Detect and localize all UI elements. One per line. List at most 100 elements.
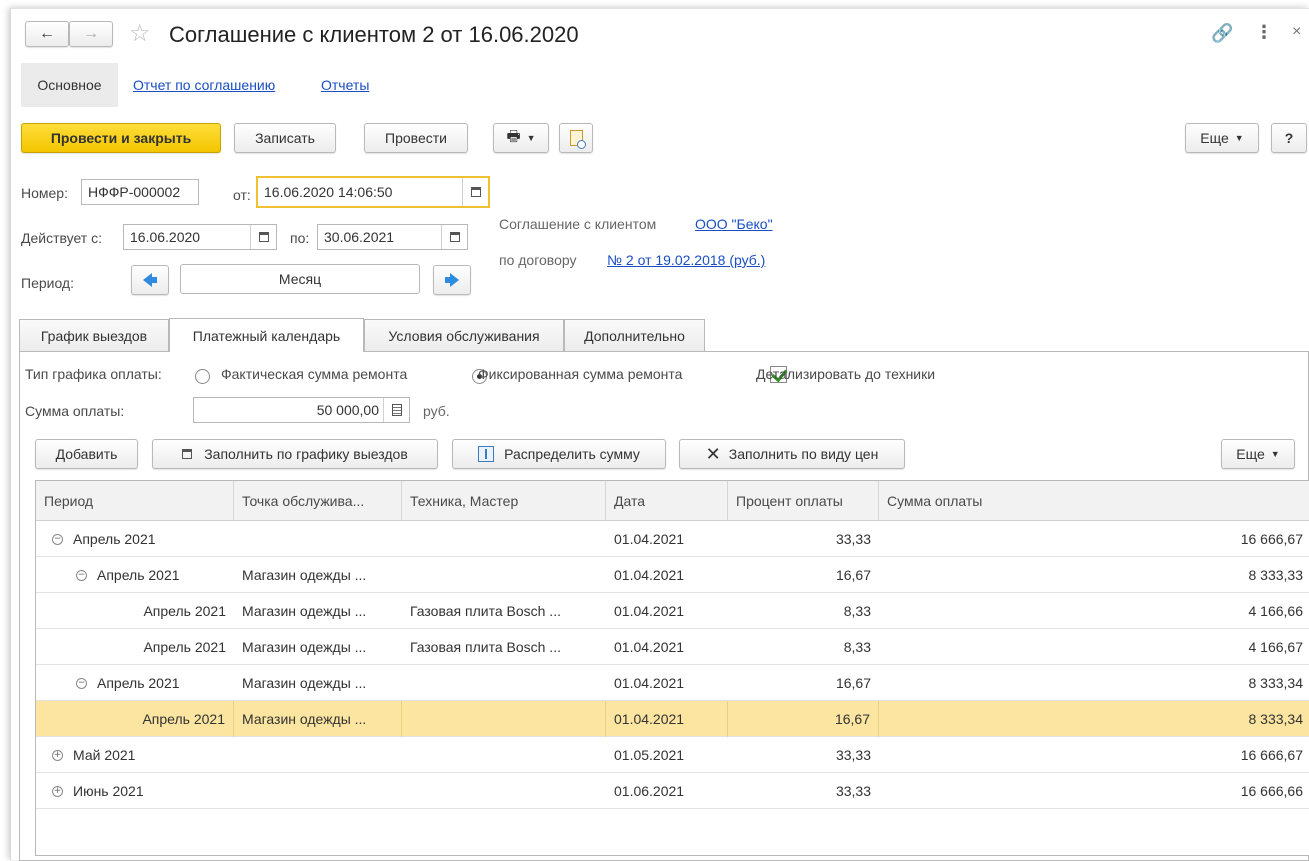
row-date: 01.06.2021 xyxy=(614,783,685,799)
expand-icon[interactable]: + xyxy=(52,749,63,761)
table-row[interactable]: + Июнь 2021 01.06.2021 33,33 16 666,66 xyxy=(36,773,1309,809)
valid-from-label: Действует с: xyxy=(21,230,102,246)
col-sum[interactable]: Сумма оплаты xyxy=(879,481,1309,521)
row-sum: 8 333,33 xyxy=(1248,567,1304,583)
col-percent[interactable]: Процент оплаты xyxy=(728,481,879,521)
nav-tab-reports[interactable]: Отчеты xyxy=(321,77,369,93)
payment-table: Период Точка обслужива... Техника, Масте… xyxy=(35,480,1309,856)
collapse-icon[interactable]: − xyxy=(52,533,63,545)
table-row[interactable]: − Апрель 2021 Магазин одежды ... 01.04.20… xyxy=(36,665,1309,701)
calendar-icon xyxy=(182,449,193,459)
radio-fixed-sum-label[interactable]: Фиксированная сумма ремонта xyxy=(478,366,682,382)
collapse-icon[interactable]: − xyxy=(76,677,87,689)
table-row[interactable]: Апрель 2021 Магазин одежды ... Газовая п… xyxy=(36,629,1309,665)
row-sum: 16 666,67 xyxy=(1240,747,1303,763)
collapse-icon[interactable]: − xyxy=(76,569,87,581)
calendar-icon xyxy=(449,232,460,242)
close-icon[interactable]: × xyxy=(1292,23,1301,41)
favorite-star-icon[interactable]: ☆ xyxy=(129,19,151,48)
row-period: Апрель 2021 xyxy=(73,531,156,547)
radio-actual-sum-label[interactable]: Фактическая сумма ремонта xyxy=(221,366,407,382)
number-field[interactable]: НФФР-000002 xyxy=(81,179,199,205)
nav-tab-main[interactable]: Основное xyxy=(21,63,118,107)
col-service-point[interactable]: Точка обслужива... xyxy=(234,481,402,521)
row-point: Магазин одежды ... xyxy=(242,639,367,655)
row-period: Апрель 2021 xyxy=(143,639,226,655)
col-equipment[interactable]: Техника, Мастер xyxy=(402,481,606,521)
sum-field[interactable]: 50 000,00 xyxy=(193,397,410,423)
period-field[interactable]: Месяц xyxy=(180,264,420,294)
date-from-label: от: xyxy=(233,187,251,203)
calendar-button[interactable] xyxy=(462,178,488,206)
add-button[interactable]: Добавить xyxy=(35,439,138,469)
fill-by-schedule-label: Заполнить по графику выездов xyxy=(204,446,408,462)
fill-by-price-label: Заполнить по виду цен xyxy=(728,446,879,462)
row-percent: 16,67 xyxy=(835,675,871,691)
radio-actual-sum[interactable] xyxy=(195,368,210,384)
table-row[interactable]: Апрель 2021 Магазин одежды ... Газовая п… xyxy=(36,593,1309,629)
print-button[interactable]: 🖶 ▼ xyxy=(493,123,549,153)
calendar-button[interactable] xyxy=(441,225,467,249)
row-sum: 8 333,34 xyxy=(1248,675,1304,691)
table-row[interactable]: − Апрель 2021 01.04.2021 33,33 16 666,67 xyxy=(36,521,1309,557)
row-date: 01.04.2021 xyxy=(614,531,685,547)
chevron-down-icon: ▼ xyxy=(526,133,536,143)
contract-link[interactable]: № 2 от 19.02.2018 (руб.) xyxy=(607,252,765,268)
col-period[interactable]: Период xyxy=(36,481,234,521)
link-icon[interactable]: 🔗 xyxy=(1211,23,1233,44)
arrow-left-icon: ← xyxy=(39,25,55,42)
nav-tab-agreement-report[interactable]: Отчет по соглашению xyxy=(133,77,275,93)
calendar-button[interactable] xyxy=(250,225,276,249)
agreement-label: Соглашение с клиентом xyxy=(499,216,657,232)
currency-label: руб. xyxy=(423,403,450,419)
distribute-icon xyxy=(478,446,495,462)
date-field[interactable]: 16.06.2020 14:06:50 xyxy=(256,176,490,208)
post-button[interactable]: Провести xyxy=(364,123,468,153)
tab-service-conditions[interactable]: Условия обслуживания xyxy=(364,319,564,351)
valid-from-field[interactable]: 16.06.2020 xyxy=(123,224,277,250)
row-percent: 16,67 xyxy=(835,567,871,583)
row-period: Май 2021 xyxy=(73,747,136,763)
window-title: Соглашение с клиентом 2 от 16.06.2020 xyxy=(169,22,579,47)
distribute-sum-button[interactable]: Распределить сумму xyxy=(452,439,666,469)
post-and-close-button[interactable]: Провести и закрыть xyxy=(21,123,221,153)
expand-icon[interactable]: + xyxy=(52,785,63,797)
fill-by-schedule-button[interactable]: Заполнить по графику выездов xyxy=(152,439,438,469)
more-menu-icon[interactable]: ⋮ xyxy=(1255,22,1273,43)
fill-by-price-button[interactable]: ✕ Заполнить по виду цен xyxy=(679,439,905,469)
forward-button[interactable]: → xyxy=(69,21,113,47)
detail-checkbox-label[interactable]: Детализировать до техники xyxy=(756,366,935,382)
more-button-label: Еще xyxy=(1200,130,1229,146)
table-more-button[interactable]: Еще ▼ xyxy=(1221,439,1295,469)
chevron-down-icon: ▼ xyxy=(1234,133,1244,143)
tab-visit-schedule[interactable]: График выездов xyxy=(19,319,169,351)
table-row[interactable]: − Апрель 2021 Магазин одежды ... 01.04.20… xyxy=(36,557,1309,593)
more-button[interactable]: Еще ▼ xyxy=(1185,123,1259,153)
save-button[interactable]: Записать xyxy=(234,123,336,153)
valid-to-field[interactable]: 30.06.2021 xyxy=(317,224,468,250)
report-button[interactable] xyxy=(559,123,593,153)
calculator-button[interactable] xyxy=(383,398,409,422)
calculator-icon xyxy=(391,404,402,416)
row-sum: 4 166,66 xyxy=(1248,603,1304,619)
table-row[interactable]: + Май 2021 01.05.2021 33,33 16 666,67 xyxy=(36,737,1309,773)
back-button[interactable]: ← xyxy=(25,21,69,47)
row-sum: 8 333,34 xyxy=(1248,711,1304,727)
table-row-selected[interactable]: Апрель 2021 Магазин одежды ... 01.04.202… xyxy=(36,701,1309,737)
row-percent: 33,33 xyxy=(835,747,871,763)
period-next-button[interactable] xyxy=(433,265,471,295)
number-label: Номер: xyxy=(21,185,68,201)
row-date: 01.04.2021 xyxy=(614,567,685,583)
valid-to-value: 30.06.2021 xyxy=(324,229,395,245)
contract-label: по договору xyxy=(499,252,577,268)
tab-payment-calendar[interactable]: Платежный календарь xyxy=(169,318,364,352)
help-button[interactable]: ? xyxy=(1271,123,1307,153)
tab-additional[interactable]: Дополнительно xyxy=(564,319,705,351)
period-label: Период: xyxy=(21,275,74,291)
col-date[interactable]: Дата xyxy=(606,481,728,521)
chevron-down-icon: ▼ xyxy=(1270,449,1280,459)
row-equipment xyxy=(402,701,606,737)
arrow-left-icon xyxy=(143,273,152,287)
period-prev-button[interactable] xyxy=(131,265,169,295)
agreement-link[interactable]: ООО "Беко" xyxy=(695,216,773,232)
